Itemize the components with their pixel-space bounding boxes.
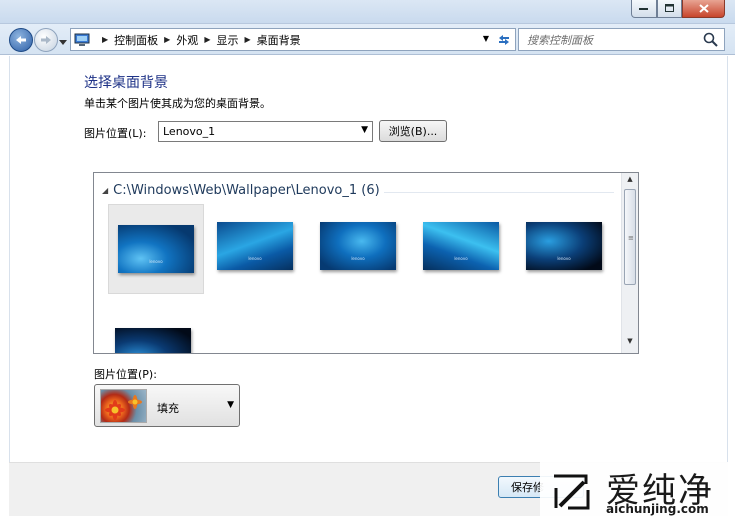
wallpaper-item-1[interactable] [108, 204, 204, 294]
group-divider [384, 192, 614, 193]
wallpaper-thumbnail [423, 222, 499, 270]
gallery-group-title: C:\Windows\Web\Wallpaper\Lenovo_1 (6) [113, 183, 380, 198]
wallpaper-item-4[interactable] [413, 201, 509, 291]
gallery-group-header[interactable]: ◢ C:\Windows\Web\Wallpaper\Lenovo_1 (6) [102, 183, 380, 198]
breadcrumb-separator: ▶ [102, 35, 109, 44]
breadcrumb-display[interactable]: 显示 [216, 32, 238, 48]
flower-icon [105, 395, 142, 420]
maximize-icon [664, 4, 674, 12]
collapse-arrow-icon[interactable]: ◢ [102, 186, 108, 195]
chevron-down-icon [59, 40, 67, 45]
flower-preview-image [100, 389, 147, 423]
arrow-right-icon [41, 36, 51, 44]
wallpaper-thumbnail [115, 328, 191, 353]
search-box[interactable]: 搜索控制面板 [518, 28, 725, 51]
wallpaper-item-2[interactable] [207, 201, 303, 291]
wallpaper-item-6[interactable] [105, 307, 201, 353]
breadcrumb-separator[interactable]: ▶ [204, 35, 210, 44]
refresh-button[interactable] [495, 31, 513, 48]
chevron-down-icon: ▼ [227, 400, 234, 410]
search-input[interactable]: 搜索控制面板 [527, 32, 702, 48]
arrow-left-icon [16, 36, 26, 44]
window-title-bar [0, 0, 735, 24]
breadcrumb-appearance[interactable]: 外观 [176, 32, 198, 48]
address-bar[interactable]: ▶ 控制面板 ▶ 外观 ▶ 显示 ▶ 桌面背景 ▼ [70, 28, 516, 51]
chevron-down-icon: ▼ [361, 125, 368, 135]
close-button[interactable] [682, 0, 725, 18]
scroll-down-icon[interactable]: ▼ [622, 337, 638, 351]
close-icon [698, 4, 709, 13]
control-panel-icon [74, 33, 90, 46]
page-title: 选择桌面背景 [84, 75, 168, 91]
minimize-icon [639, 7, 648, 10]
back-button[interactable] [9, 28, 33, 52]
caption-buttons [631, 0, 725, 18]
wallpaper-gallery[interactable]: ◢ C:\Windows\Web\Wallpaper\Lenovo_1 (6) … [93, 172, 639, 354]
refresh-icon [499, 34, 509, 45]
picture-position-label: 图片位置(P): [94, 368, 157, 381]
wallpaper-item-3[interactable] [310, 201, 406, 291]
breadcrumb-control-panel[interactable]: 控制面板 [114, 32, 158, 48]
forward-button[interactable] [34, 28, 58, 52]
scrollbar-thumb[interactable]: ≡ [624, 189, 636, 285]
picture-location-label: 图片位置(L): [84, 127, 147, 140]
page-description: 单击某个图片使其成为您的桌面背景。 [84, 97, 271, 110]
gallery-scrollbar[interactable]: ▲ ≡ ▼ [621, 173, 638, 353]
watermark: 爱纯净 aichunjing.com [540, 462, 735, 519]
watermark-logo-icon [554, 474, 590, 510]
search-icon[interactable] [702, 31, 720, 49]
watermark-url: aichunjing.com [606, 502, 709, 516]
breadcrumb-desktop-background[interactable]: 桌面背景 [257, 32, 301, 48]
scroll-up-icon[interactable]: ▲ [622, 175, 638, 189]
navigation-bar: ▶ 控制面板 ▶ 外观 ▶ 显示 ▶ 桌面背景 ▼ 搜索控制面板 [0, 24, 735, 55]
minimize-button[interactable] [631, 0, 657, 18]
breadcrumb-separator[interactable]: ▶ [244, 35, 250, 44]
grip-icon: ≡ [628, 234, 634, 242]
wallpaper-thumbnail [320, 222, 396, 270]
wallpaper-thumbnail [217, 222, 293, 270]
picture-location-value: Lenovo_1 [163, 125, 216, 138]
maximize-button[interactable] [657, 0, 682, 18]
recent-pages-dropdown[interactable] [59, 35, 67, 48]
wallpaper-item-5[interactable] [516, 201, 612, 291]
breadcrumb-separator[interactable]: ▶ [164, 35, 170, 44]
picture-position-select[interactable]: 填充 ▼ [94, 384, 240, 427]
wallpaper-thumbnail [118, 225, 194, 273]
browse-button[interactable]: 浏览(B)... [379, 120, 447, 142]
picture-location-select[interactable]: Lenovo_1 ▼ [158, 121, 373, 142]
wallpaper-thumbnail [526, 222, 602, 270]
picture-position-value: 填充 [157, 402, 179, 415]
address-history-dropdown[interactable]: ▼ [483, 34, 489, 43]
